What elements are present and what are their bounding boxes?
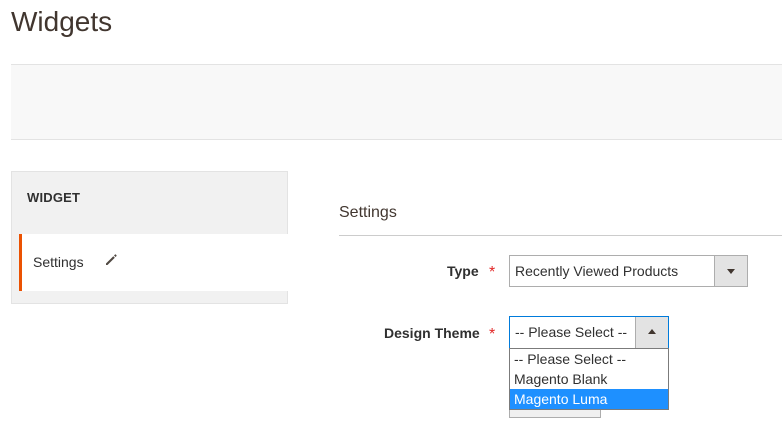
design-theme-options: -- Please Select -- Magento Blank Magent… — [509, 348, 669, 410]
dropdown-option-please-select[interactable]: -- Please Select -- — [510, 349, 668, 369]
type-required-mark: * — [489, 264, 496, 281]
dropdown-option-magento-blank[interactable]: Magento Blank — [510, 369, 668, 389]
design-theme-label: Design Theme — [384, 325, 480, 341]
type-select-value: Recently Viewed Products — [515, 263, 679, 279]
design-theme-select-button[interactable] — [635, 317, 668, 348]
design-theme-select-value: -- Please Select -- — [515, 324, 628, 340]
type-select-button[interactable] — [714, 256, 747, 286]
obscured-button — [509, 410, 601, 418]
sidebar-title: WIDGET — [27, 190, 81, 205]
pencil-icon — [106, 254, 117, 265]
sidebar-item-settings[interactable]: Settings — [19, 234, 288, 291]
type-label: Type — [447, 263, 479, 279]
sidebar-item-label: Settings — [33, 254, 84, 270]
sidebar-panel: WIDGET Settings — [11, 171, 288, 304]
design-theme-required-mark: * — [489, 326, 496, 343]
type-select[interactable]: Recently Viewed Products — [509, 255, 748, 287]
chevron-up-icon — [648, 329, 656, 334]
page-title: Widgets — [11, 6, 113, 37]
section-title: Settings — [339, 204, 397, 221]
dropdown-option-magento-luma[interactable]: Magento Luma — [510, 389, 668, 409]
chevron-down-icon — [727, 269, 735, 274]
design-theme-select[interactable]: -- Please Select -- — [509, 316, 669, 349]
page-actions-bar — [11, 64, 782, 140]
section-divider — [339, 235, 782, 236]
